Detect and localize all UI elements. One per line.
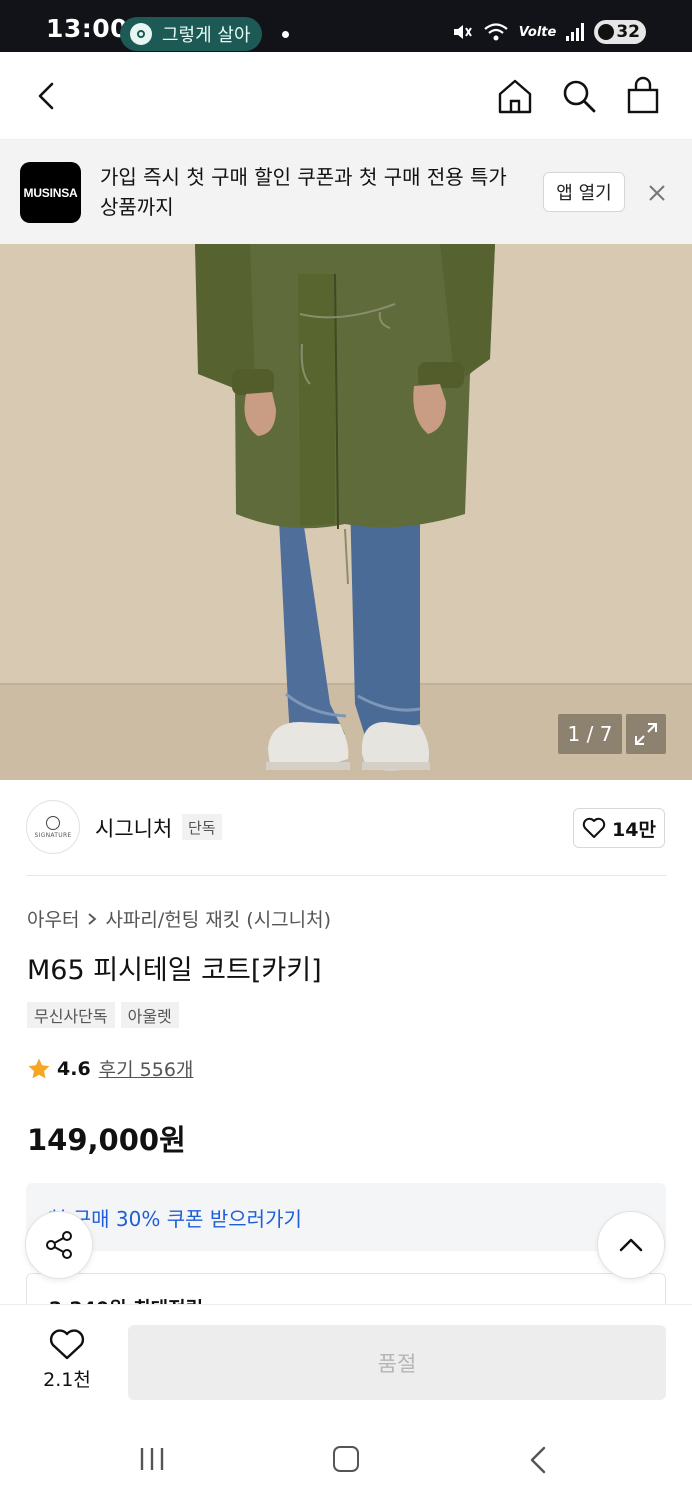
review-link[interactable]: 후기 556개 bbox=[99, 1055, 194, 1082]
heart-icon bbox=[49, 1329, 85, 1360]
open-app-button[interactable]: 앱 열기 bbox=[543, 172, 625, 212]
battery-saver-icon bbox=[598, 24, 615, 40]
chevron-right-icon bbox=[88, 912, 97, 925]
home-icon[interactable] bbox=[496, 76, 534, 116]
back-nav-icon[interactable] bbox=[528, 1446, 548, 1474]
home-nav-icon[interactable] bbox=[333, 1446, 359, 1472]
media-title: 그렇게 살아 bbox=[162, 25, 251, 46]
volte-label: Volte bbox=[518, 24, 557, 40]
brand-like-count: 14만 bbox=[612, 818, 656, 841]
back-arrow-icon[interactable] bbox=[28, 76, 68, 116]
divider bbox=[26, 875, 666, 876]
soldout-button[interactable]: 품절 bbox=[128, 1325, 666, 1400]
notification-dot-icon bbox=[282, 31, 289, 38]
battery-level: 32 bbox=[616, 22, 640, 42]
brand-logo[interactable]: SIGNATURE bbox=[26, 800, 80, 854]
wifi-icon bbox=[484, 23, 508, 41]
system-navigation-bar bbox=[0, 1416, 692, 1500]
media-playback-pill[interactable]: 그렇게 살아 bbox=[120, 17, 262, 51]
expand-icon[interactable] bbox=[626, 714, 666, 754]
brand-row[interactable]: SIGNATURE 시그니처 단독 14만 bbox=[0, 780, 692, 876]
scroll-top-button[interactable] bbox=[597, 1211, 665, 1279]
status-bar: 13:00 그렇게 살아 Volte 32 bbox=[0, 0, 692, 52]
product-tags: 무신사단독 아울렛 bbox=[27, 1002, 179, 1028]
brand-logo-mark-icon bbox=[46, 815, 60, 830]
recent-apps-icon[interactable] bbox=[138, 1446, 166, 1472]
heart-icon bbox=[582, 817, 606, 838]
purchase-bar: 2.1천 품절 bbox=[0, 1304, 692, 1416]
rating-score: 4.6 bbox=[57, 1057, 91, 1080]
breadcrumb-subcategory[interactable]: 사파리/헌팅 재킷 (시그니처) bbox=[105, 905, 331, 932]
musinsa-logo: MUSINSA bbox=[20, 162, 81, 223]
breadcrumb: 아우터 사파리/헌팅 재킷 (시그니처) bbox=[27, 905, 331, 932]
exclusive-badge: 단독 bbox=[182, 814, 222, 840]
signal-icon bbox=[566, 23, 585, 41]
product-image-gallery[interactable]: 1 / 7 bbox=[0, 244, 692, 780]
breadcrumb-category[interactable]: 아우터 bbox=[27, 905, 79, 932]
share-button[interactable] bbox=[25, 1211, 93, 1279]
product-photo bbox=[0, 244, 692, 780]
brand-name[interactable]: 시그니처 bbox=[95, 813, 172, 843]
app-install-banner: MUSINSA 가입 즉시 첫 구매 할인 쿠폰과 첫 구매 전용 특가 상품까… bbox=[0, 140, 692, 244]
music-disc-icon bbox=[130, 23, 152, 45]
chevron-up-icon bbox=[619, 1238, 643, 1252]
product-price: 149,000원 bbox=[27, 1123, 186, 1157]
close-icon[interactable] bbox=[646, 182, 668, 204]
image-counter: 1 / 7 bbox=[558, 714, 622, 754]
star-icon bbox=[28, 1058, 50, 1078]
product-title: M65 피시테일 코트[카키] bbox=[27, 955, 322, 986]
coupon-banner[interactable]: 첫 구매 30% 쿠폰 받으러가기 bbox=[26, 1183, 666, 1251]
shopping-bag-icon[interactable] bbox=[624, 76, 662, 116]
tag-exclusive: 무신사단독 bbox=[27, 1002, 115, 1028]
wishlist-count: 2.1천 bbox=[43, 1369, 91, 1391]
status-icons: Volte 32 bbox=[451, 20, 646, 44]
banner-message: 가입 즉시 첫 구매 할인 쿠폰과 첫 구매 전용 특가 상품까지 bbox=[100, 165, 507, 219]
share-icon bbox=[46, 1231, 72, 1259]
tag-outlet: 아울렛 bbox=[120, 1002, 179, 1028]
brand-like-button[interactable]: 14만 bbox=[573, 808, 665, 848]
app-header bbox=[0, 52, 692, 140]
search-icon[interactable] bbox=[560, 76, 598, 116]
mute-icon bbox=[453, 25, 472, 39]
status-time: 13:00 bbox=[46, 14, 129, 43]
wishlist-button[interactable]: 2.1천 bbox=[30, 1329, 104, 1392]
rating-row[interactable]: 4.6 후기 556개 bbox=[27, 1055, 193, 1082]
brand-logo-text: SIGNATURE bbox=[34, 831, 72, 839]
battery-icon: 32 bbox=[594, 20, 646, 44]
